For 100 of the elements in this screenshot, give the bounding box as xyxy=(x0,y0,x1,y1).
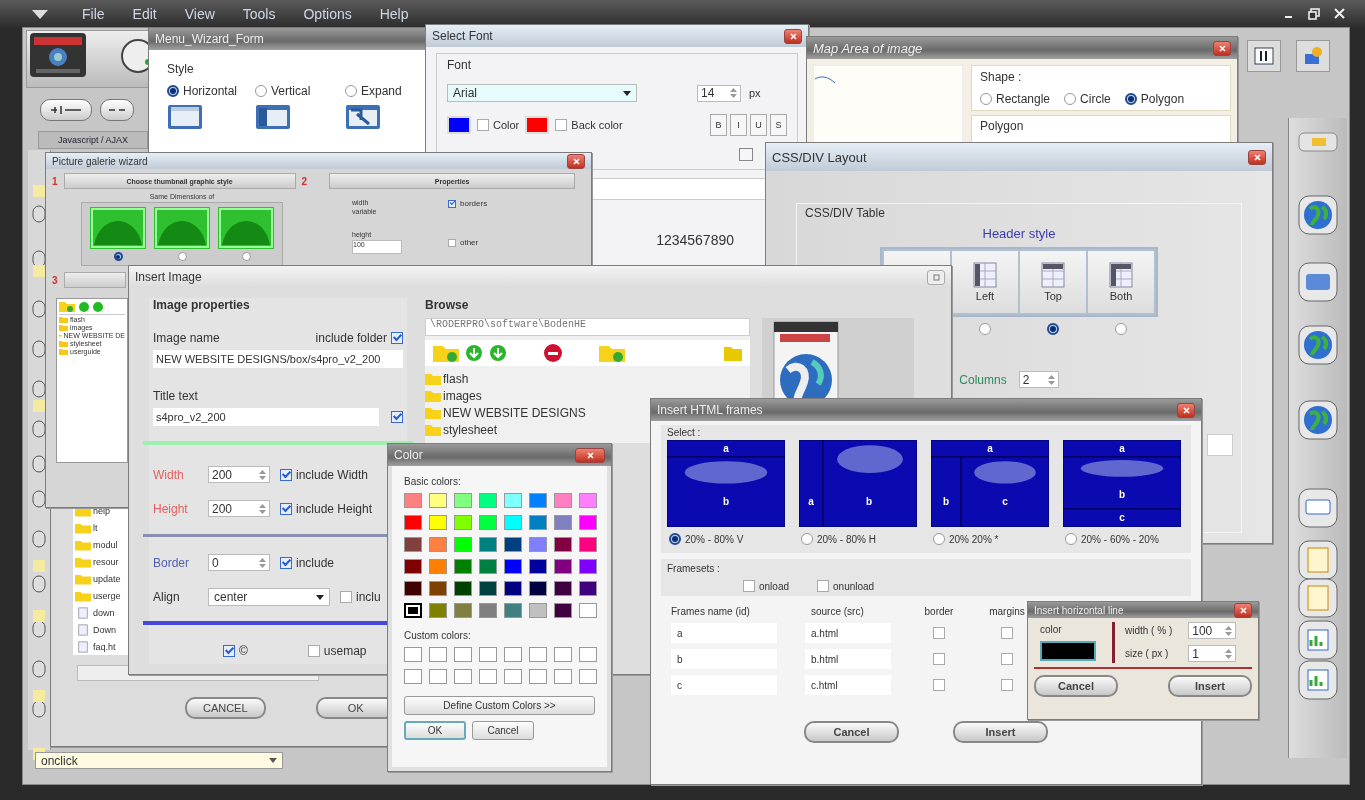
column-header: source (src) xyxy=(810,606,865,617)
include-checkbox[interactable]: include Width xyxy=(280,467,369,482)
tree-item[interactable]: userge xyxy=(93,591,121,601)
layout-radio[interactable]: 20% - 80% H xyxy=(799,533,917,545)
window-title: Menu_Wizard_Form xyxy=(155,32,264,46)
folder-item[interactable]: NEW WEBSITE DESIGNS xyxy=(443,406,586,420)
style-radio[interactable]: Expand xyxy=(345,84,425,98)
font-dropdown[interactable]: Arial xyxy=(447,84,637,102)
font-style-button[interactable]: S xyxy=(770,114,787,136)
column-header: border xyxy=(923,606,955,617)
field-label: Align xyxy=(153,590,181,604)
layout-option[interactable]: Top xyxy=(1020,251,1086,313)
section-label: Header style xyxy=(982,226,1056,241)
copyright-checkbox[interactable]: © xyxy=(223,644,248,658)
unit-label: px xyxy=(749,87,761,99)
style-radio[interactable]: Horizontal xyxy=(167,84,255,98)
other-checkbox[interactable]: other xyxy=(448,238,488,247)
include-folder-checkbox[interactable]: include folder xyxy=(315,331,403,345)
image-name-field[interactable]: NEW WEBSITE DESIGNS/box/s4pro_v2_200 xyxy=(153,350,403,368)
menu-item[interactable]: Tools xyxy=(242,5,276,22)
frame-name-field[interactable]: a xyxy=(671,623,777,643)
width-spinner[interactable]: 100 xyxy=(1188,622,1237,639)
dialog-button[interactable]: Cancel xyxy=(472,721,534,740)
tree-item[interactable]: faq.ht xyxy=(93,642,116,652)
number-spinner[interactable]: 0 xyxy=(208,554,270,571)
field-label: width ( % ) xyxy=(1125,625,1173,636)
section-label: Select : xyxy=(667,427,702,438)
tree-item[interactable]: update xyxy=(93,574,121,584)
step-number: 3 xyxy=(52,274,58,286)
dialog-button[interactable]: Cancel xyxy=(1034,675,1118,697)
layout-radio[interactable]: 20% - 60% - 20% xyxy=(1063,533,1181,545)
field-label: color xyxy=(1040,624,1063,635)
event-dropdown[interactable]: onclick xyxy=(35,752,283,769)
frame-source-field[interactable]: a.html xyxy=(805,623,891,643)
font-style-button[interactable]: I xyxy=(730,114,747,136)
include-checkbox[interactable]: inclu xyxy=(340,590,381,604)
field-label: Columns xyxy=(959,372,1007,387)
window-title: Insert horizontal line xyxy=(1034,604,1124,616)
columns-spinner[interactable]: 2 xyxy=(1018,371,1059,388)
color-checkbox[interactable]: Color xyxy=(477,119,520,131)
title-text-field[interactable]: s4pro_v2_200 xyxy=(153,408,379,426)
folder-item[interactable]: flash xyxy=(443,372,469,386)
layout-option[interactable]: Both xyxy=(1088,251,1154,313)
menu-item[interactable]: Help xyxy=(379,5,409,22)
window-title: CSS/DIV Layout xyxy=(772,149,867,165)
tree-item[interactable]: lt xyxy=(93,523,98,533)
dialog-button[interactable]: Cancel xyxy=(804,721,899,743)
define-colors-button[interactable]: Define Custom Colors >> xyxy=(404,696,595,715)
frame-layout-preview[interactable]: a b xyxy=(799,440,917,527)
path-field[interactable]: \RODERPRO\software\BodenHE xyxy=(425,318,750,336)
layout-option[interactable]: Left xyxy=(952,251,1018,313)
frame-source-field[interactable]: c.html xyxy=(805,675,891,695)
style-radio[interactable]: Vertical xyxy=(255,84,345,98)
tree-item[interactable]: modul xyxy=(93,540,118,550)
font-style-button[interactable]: U xyxy=(750,114,767,136)
menu-item[interactable]: View xyxy=(184,5,215,22)
frame-name-field[interactable]: b xyxy=(671,649,777,669)
frame-layout-preview[interactable]: a b c xyxy=(1063,440,1181,527)
usemap-checkbox[interactable]: usemap xyxy=(307,644,367,658)
menu-item[interactable]: Options xyxy=(303,5,352,22)
include-checkbox[interactable]: include xyxy=(280,555,335,570)
align-dropdown[interactable]: center xyxy=(208,588,330,606)
include-checkbox[interactable]: include Height xyxy=(280,501,373,516)
dialog-button[interactable]: Insert xyxy=(953,721,1048,743)
frame-layout-preview[interactable]: a b xyxy=(667,440,785,527)
frame-name-field[interactable]: c xyxy=(671,675,777,695)
field-label: Width xyxy=(153,467,185,482)
shape-radio[interactable]: Circle xyxy=(1064,92,1111,106)
pane-label: b xyxy=(1118,489,1126,500)
tree-item[interactable]: resour xyxy=(93,557,119,567)
tree-item[interactable]: Down xyxy=(93,625,116,635)
shape-radio[interactable]: Polygon xyxy=(1124,92,1185,106)
folder-item[interactable]: stylesheet xyxy=(443,423,498,437)
dialog-button[interactable]: Insert xyxy=(1168,675,1252,697)
number-spinner[interactable]: 200 xyxy=(208,500,270,517)
dialog-button[interactable]: OK xyxy=(404,721,466,740)
size-spinner[interactable]: 1 xyxy=(1188,645,1237,662)
number-spinner[interactable]: 200 xyxy=(208,466,270,483)
tree-item[interactable]: down xyxy=(93,608,115,618)
group-label: Polygon xyxy=(980,119,1024,133)
size-spinner[interactable]: 14 xyxy=(697,84,741,102)
section-label: Basic colors: xyxy=(404,476,462,487)
menu-item[interactable]: File xyxy=(82,5,105,22)
borders-checkbox[interactable]: borders xyxy=(448,199,488,208)
event-checkbox[interactable]: onunload xyxy=(817,580,875,592)
event-checkbox[interactable]: onload xyxy=(743,580,790,592)
shape-radio[interactable]: Rectangle xyxy=(980,92,1051,106)
window-title: Color xyxy=(394,448,423,462)
layout-radio[interactable]: 20% - 80% V xyxy=(667,533,785,545)
folder-item[interactable]: images xyxy=(443,389,482,403)
font-style-button[interactable]: B xyxy=(710,114,727,136)
frame-layout-preview[interactable]: a b c xyxy=(931,440,1049,527)
frame-source-field[interactable]: b.html xyxy=(805,649,891,669)
field-label: Image name xyxy=(153,331,220,345)
tree-item[interactable]: help xyxy=(93,506,110,516)
color-checkbox[interactable]: Back color xyxy=(555,119,623,131)
column-header: margins xyxy=(988,606,1026,617)
layout-radio[interactable]: 20% 20% * xyxy=(931,533,1049,545)
dialog-button[interactable]: CANCEL xyxy=(185,697,266,719)
menu-item[interactable]: Edit xyxy=(132,5,157,22)
